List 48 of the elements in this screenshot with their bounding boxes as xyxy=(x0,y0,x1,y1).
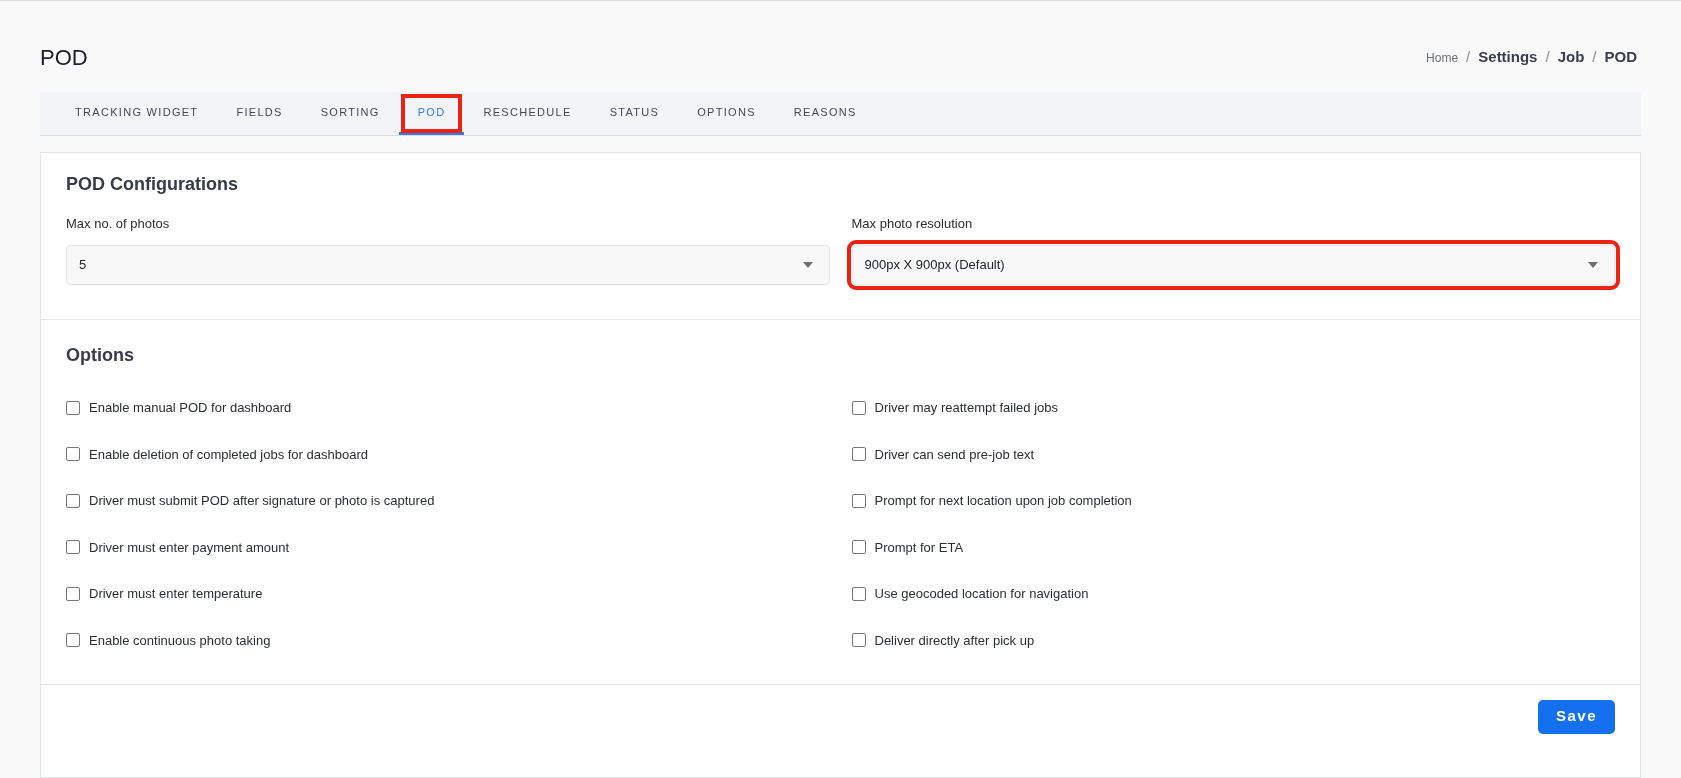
checkbox-label: Use geocoded location for navigation xyxy=(874,585,1089,603)
checkbox-label: Deliver directly after pick up xyxy=(874,631,1035,650)
tab[interactable]: OPTIONS xyxy=(678,92,775,135)
checkbox[interactable] xyxy=(66,633,80,648)
caret-icon xyxy=(1588,261,1598,268)
checkbox-label: Prompt for next location upon job completion xyxy=(874,492,1132,510)
checkbox[interactable] xyxy=(851,400,866,415)
breadcrumb-link[interactable]: Settings xyxy=(1478,46,1538,69)
caret-icon xyxy=(802,261,813,268)
checkbox-label: Enable manual POD for dashboard xyxy=(89,399,292,417)
tab[interactable]: STATUS xyxy=(590,92,679,135)
checkbox[interactable] xyxy=(851,493,866,508)
tab[interactable]: REASONS xyxy=(774,92,876,135)
breadcrumb-separator: / xyxy=(1545,47,1550,68)
checkbox-label: Driver must enter temperature xyxy=(89,585,263,603)
breadcrumb-separator: / xyxy=(1466,47,1471,68)
breadcrumb-link[interactable]: Job xyxy=(1557,46,1585,69)
checkbox-label: Enable continuous photo taking xyxy=(89,631,271,650)
checkbox-label: Enable deletion of completed jobs for dashboard xyxy=(89,445,368,464)
field-label: Max photo resolution xyxy=(851,215,974,233)
checkbox[interactable] xyxy=(851,447,866,462)
checkbox-label: Driver must enter payment amount xyxy=(89,538,290,557)
field-label: Max no. of photos xyxy=(66,215,171,233)
tab[interactable]: POD xyxy=(398,92,465,135)
section-heading: POD Configurations xyxy=(66,173,239,196)
tab[interactable]: FIELDS xyxy=(217,92,302,135)
checkbox[interactable] xyxy=(851,586,866,601)
checkbox[interactable] xyxy=(851,540,866,555)
save-button[interactable]: Save xyxy=(1537,699,1615,734)
checkbox-label: Driver can send pre-job text xyxy=(874,445,1035,464)
breadcrumb-link[interactable]: POD xyxy=(1604,46,1637,69)
checkbox[interactable] xyxy=(66,493,80,508)
dropdown[interactable]: 5 xyxy=(66,244,830,285)
checkbox[interactable] xyxy=(66,447,80,462)
section-heading: Options xyxy=(66,343,135,367)
page-title: POD xyxy=(40,44,88,72)
breadcrumb-separator: / xyxy=(1592,47,1597,68)
checkbox-label: Prompt for ETA xyxy=(874,538,964,557)
checkbox-label: Driver must submit POD after signature or photo is captured xyxy=(89,492,435,510)
breadcrumb-link[interactable]: Home xyxy=(1426,48,1459,67)
checkbox-label: Driver may reattempt failed jobs xyxy=(874,399,1058,417)
tab[interactable]: TRACKING WIDGET xyxy=(56,92,218,135)
checkbox[interactable] xyxy=(66,540,80,555)
tab[interactable]: RESCHEDULE xyxy=(464,92,591,135)
tab[interactable]: SORTING xyxy=(301,92,399,135)
checkbox[interactable] xyxy=(66,586,80,601)
checkbox[interactable] xyxy=(66,400,80,415)
checkbox[interactable] xyxy=(851,633,866,648)
